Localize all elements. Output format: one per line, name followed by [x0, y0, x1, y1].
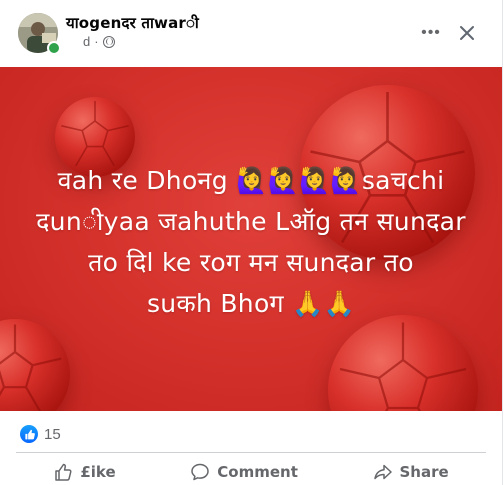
share-button[interactable]: Share [363, 460, 459, 484]
online-status-dot [47, 41, 61, 55]
divider [16, 452, 486, 453]
post-text: वah रe Dhoनg 🙋‍♀️🙋‍♀️🙋‍♀️🙋‍♀️saचchi दunी… [36, 166, 466, 318]
globe-icon [102, 35, 115, 48]
comment-icon [191, 463, 210, 480]
more-options-button[interactable]: ••• [416, 18, 446, 48]
post-card: याogenदर ताwarी d · ••• वah रe Dhoनg 🙋‍♀… [0, 0, 503, 485]
thumbs-up-outline-icon [55, 463, 72, 481]
comment-button[interactable]: Comment [180, 460, 308, 484]
football-image [328, 315, 478, 411]
close-button[interactable] [452, 18, 482, 48]
author-name[interactable]: याogenदर ताwarी [66, 13, 199, 33]
close-icon [460, 26, 474, 40]
post-time[interactable]: d [83, 34, 90, 49]
like-button[interactable]: £ike [43, 460, 125, 484]
post-image[interactable]: वah रe Dhoनg 🙋‍♀️🙋‍♀️🙋‍♀️🙋‍♀️saचchi दunी… [0, 67, 502, 411]
comment-label: Comment [217, 462, 298, 481]
reactions-summary[interactable]: 15 [20, 425, 61, 443]
more-horizontal-icon: ••• [421, 24, 441, 41]
post-meta: d · [83, 34, 115, 49]
share-arrow-icon [373, 464, 392, 479]
like-label: £ike [80, 462, 116, 481]
post-meta-separator: · [94, 34, 99, 49]
share-label: Share [399, 462, 449, 481]
football-image [0, 319, 70, 411]
thumbs-up-icon [20, 425, 38, 443]
post-actions: £ike Comment Share [16, 458, 486, 485]
reaction-count[interactable]: 15 [44, 426, 61, 443]
